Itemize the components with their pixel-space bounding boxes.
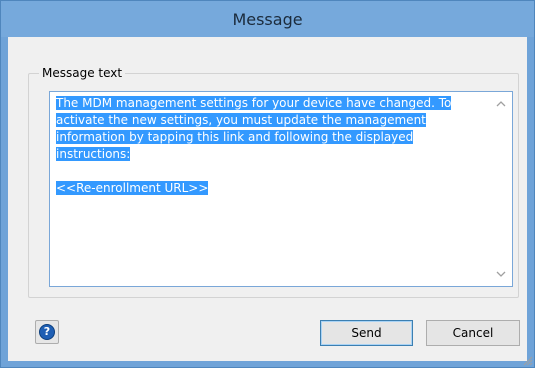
- message-text-label: Message text: [39, 66, 126, 80]
- scroll-up-arrow-icon[interactable]: [496, 100, 506, 108]
- re-enrollment-url-placeholder: <<Re-enrollment URL>>: [56, 181, 209, 195]
- resize-grip-icon[interactable]: [523, 356, 533, 366]
- title-bar[interactable]: Message: [1, 1, 534, 37]
- message-line: activate the new settings, you must upda…: [56, 113, 426, 127]
- cancel-button[interactable]: Cancel: [426, 320, 520, 346]
- message-text-area[interactable]: The MDM management settings for your dev…: [49, 91, 513, 287]
- help-icon: ?: [39, 324, 55, 340]
- help-button[interactable]: ?: [35, 320, 59, 344]
- message-line: information by tapping this link and fol…: [56, 130, 414, 144]
- scroll-down-arrow-icon[interactable]: [496, 270, 506, 278]
- message-line: instructions:: [56, 147, 131, 161]
- message-text-content: The MDM management settings for your dev…: [56, 95, 476, 197]
- message-line: The MDM management settings for your dev…: [56, 96, 452, 110]
- send-button[interactable]: Send: [320, 320, 413, 346]
- window-title: Message: [232, 10, 303, 29]
